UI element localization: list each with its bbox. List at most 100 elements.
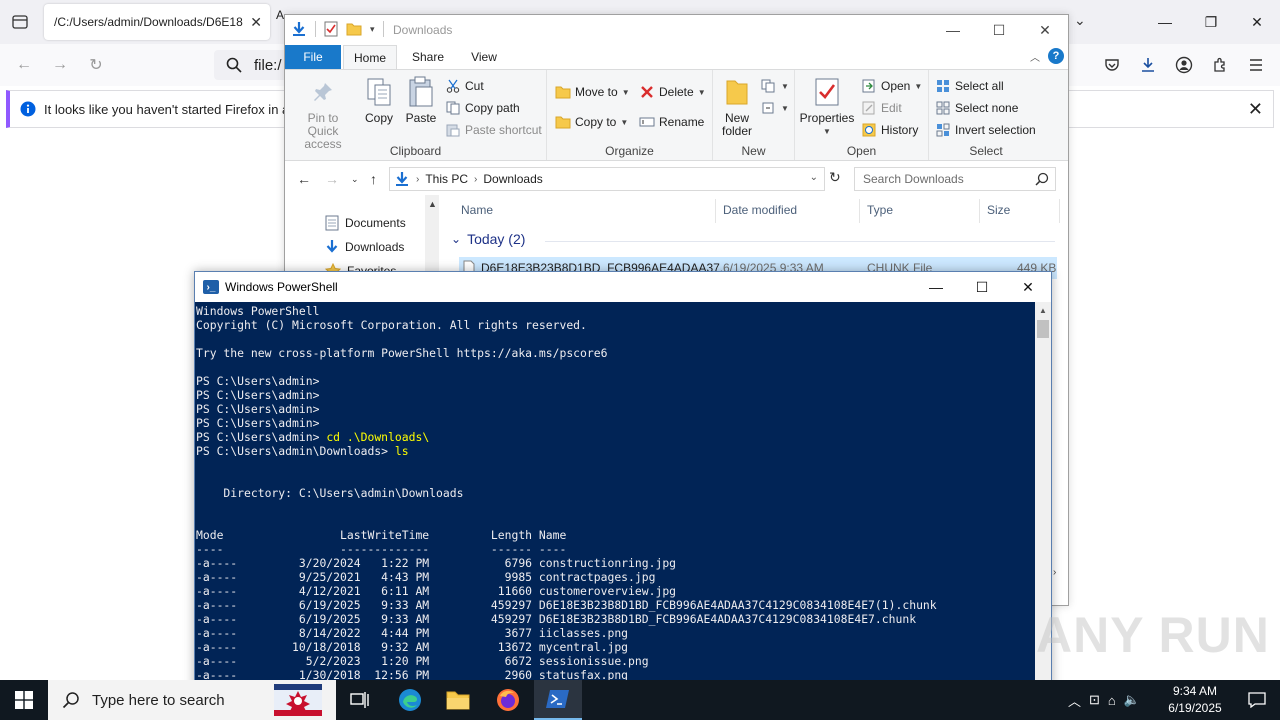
recent-locations-icon[interactable]: ⌄ — [351, 174, 359, 185]
menu-icon[interactable] — [1244, 53, 1268, 77]
powershell-taskbar-button[interactable] — [534, 680, 582, 720]
new-folder-button[interactable]: New folder — [717, 76, 757, 138]
search-icon — [226, 57, 242, 73]
task-view-button[interactable] — [336, 680, 384, 720]
select-all-button[interactable]: Select all — [935, 78, 1004, 94]
minimize-icon[interactable]: — — [913, 272, 959, 302]
column-header-size[interactable]: Size — [987, 203, 1010, 217]
clipboard-group-label: Clipboard — [389, 144, 442, 158]
up-icon[interactable]: ↑ — [370, 171, 377, 187]
column-header-name[interactable]: Name — [461, 203, 493, 217]
invert-selection-icon — [935, 122, 951, 138]
maximize-icon[interactable]: ☐ — [959, 272, 1005, 302]
tab-file[interactable]: File — [285, 45, 341, 69]
address-dropdown-icon[interactable]: ⌄ — [810, 172, 818, 183]
tab-home[interactable]: Home — [343, 45, 397, 69]
close-icon[interactable]: ✕ — [1022, 15, 1068, 45]
account-icon[interactable] — [1172, 53, 1196, 77]
refresh-icon[interactable]: ↻ — [829, 169, 841, 186]
group-header-today[interactable]: ⌄ Today (2) — [451, 231, 525, 247]
rename-icon — [639, 114, 655, 130]
clipboard-group: Pin to Quick access Copy Paste Cut Copy … — [285, 70, 547, 160]
console-line: -a---- 9/25/2021 4:43 PM 9985 contractpa… — [196, 570, 656, 584]
open-button[interactable]: Open ▼ — [861, 78, 922, 94]
new-item-button[interactable]: ▼ — [761, 78, 789, 94]
scroll-up-icon[interactable]: ▲ — [428, 199, 437, 209]
cut-button[interactable]: Cut — [445, 78, 484, 94]
back-icon[interactable]: ← — [12, 53, 36, 77]
paste-button[interactable]: Paste — [401, 76, 441, 125]
chevron-up-icon[interactable]: ︿ — [1068, 691, 1081, 710]
close-tab-icon[interactable]: ✕ — [250, 14, 262, 31]
invert-selection-button[interactable]: Invert selection — [935, 122, 1036, 138]
scrollbar-thumb[interactable] — [1037, 320, 1049, 338]
volume-icon[interactable]: 🔈 — [1124, 692, 1140, 708]
new-folder-icon[interactable] — [346, 22, 362, 36]
reload-icon[interactable]: ↻ — [84, 53, 108, 77]
scroll-up-icon[interactable]: ▲ — [1039, 306, 1047, 315]
tab-share[interactable]: Share — [403, 45, 453, 69]
tab-view[interactable]: View — [459, 45, 509, 69]
close-icon[interactable]: ✕ — [1234, 0, 1280, 44]
url-bar[interactable]: file:/ — [214, 50, 294, 80]
file-explorer-taskbar-button[interactable] — [434, 680, 482, 720]
firefox-tab-2[interactable]: A — [276, 8, 284, 22]
network-device-icon[interactable]: ⊡ — [1089, 692, 1100, 708]
chevron-right-icon[interactable]: › — [474, 174, 477, 185]
forward-icon[interactable]: → — [48, 53, 72, 77]
close-icon[interactable]: ✕ — [1005, 272, 1051, 302]
rename-button[interactable]: Rename — [639, 114, 704, 130]
copy-to-button[interactable]: Copy to ▼ — [555, 114, 628, 130]
edge-taskbar-button[interactable] — [386, 680, 434, 720]
breadcrumb-this-pc[interactable]: This PC — [425, 172, 468, 186]
copy-button[interactable]: Copy — [359, 76, 399, 125]
pocket-icon[interactable] — [1100, 53, 1124, 77]
pin-to-quick-access-button[interactable]: Pin to Quick access — [291, 76, 355, 151]
forward-icon[interactable]: → — [325, 171, 339, 187]
customize-qat-icon[interactable]: ▾ — [370, 24, 375, 35]
properties-button[interactable]: Properties ▼ — [799, 76, 855, 138]
nav-item-documents[interactable]: Documents — [325, 215, 406, 231]
powershell-console[interactable]: Windows PowerShell Copyright (C) Microsof… — [195, 302, 1035, 690]
extensions-icon[interactable] — [1208, 53, 1232, 77]
nav-item-downloads[interactable]: Downloads — [325, 239, 404, 255]
properties-icon[interactable] — [324, 21, 338, 37]
back-icon[interactable]: ← — [297, 171, 311, 187]
breadcrumb-downloads[interactable]: Downloads — [483, 172, 542, 186]
select-none-button[interactable]: Select none — [935, 100, 1018, 116]
firefox-taskbar-button[interactable] — [484, 680, 532, 720]
taskbar-clock[interactable]: 9:34 AM 6/19/2025 — [1162, 683, 1228, 717]
network-icon[interactable]: ⌂ — [1108, 693, 1116, 708]
column-header-type[interactable]: Type — [867, 203, 893, 217]
maximize-icon[interactable]: ☐ — [976, 15, 1022, 45]
help-icon[interactable]: ? — [1048, 48, 1064, 64]
powershell-icon: ›_ — [203, 280, 219, 294]
console-line: PS C:\Users\admin> — [196, 388, 320, 402]
address-bar[interactable]: › This PC › Downloads ⌄ — [389, 167, 825, 191]
history-button[interactable]: History — [861, 122, 918, 138]
list-all-tabs-icon[interactable] — [8, 10, 32, 34]
restore-icon[interactable]: ❐ — [1188, 0, 1234, 44]
search-box[interactable]: Search Downloads — [854, 167, 1056, 191]
close-notification-icon[interactable]: ✕ — [1248, 99, 1263, 120]
easy-access-button[interactable]: ▼ — [761, 100, 789, 116]
action-center-button[interactable] — [1234, 680, 1280, 720]
chevron-right-icon[interactable]: › — [416, 174, 419, 185]
paste-shortcut-button[interactable]: Paste shortcut — [445, 122, 542, 138]
firefox-tab-active[interactable]: /C:/Users/admin/Downloads/D6E18 ✕ — [44, 4, 270, 40]
minimize-icon[interactable]: — — [1142, 0, 1188, 44]
copy-path-button[interactable]: Copy path — [445, 100, 520, 116]
downloads-icon[interactable] — [1136, 53, 1160, 77]
move-to-button[interactable]: Move to ▼ — [555, 84, 630, 100]
edit-icon — [861, 100, 877, 116]
taskbar-search-box[interactable]: Type here to search — [48, 680, 336, 720]
start-button[interactable] — [0, 680, 48, 720]
collapse-ribbon-icon[interactable]: ︿ — [1030, 49, 1040, 64]
delete-icon — [639, 84, 655, 100]
edit-button[interactable]: Edit — [861, 100, 902, 116]
chevron-down-icon[interactable]: ⌄ — [1074, 12, 1086, 29]
scroll-right-icon[interactable]: › — [1053, 567, 1056, 578]
delete-button[interactable]: Delete ▼ — [639, 84, 706, 100]
column-header-date[interactable]: Date modified — [723, 203, 797, 217]
minimize-icon[interactable]: — — [930, 15, 976, 45]
